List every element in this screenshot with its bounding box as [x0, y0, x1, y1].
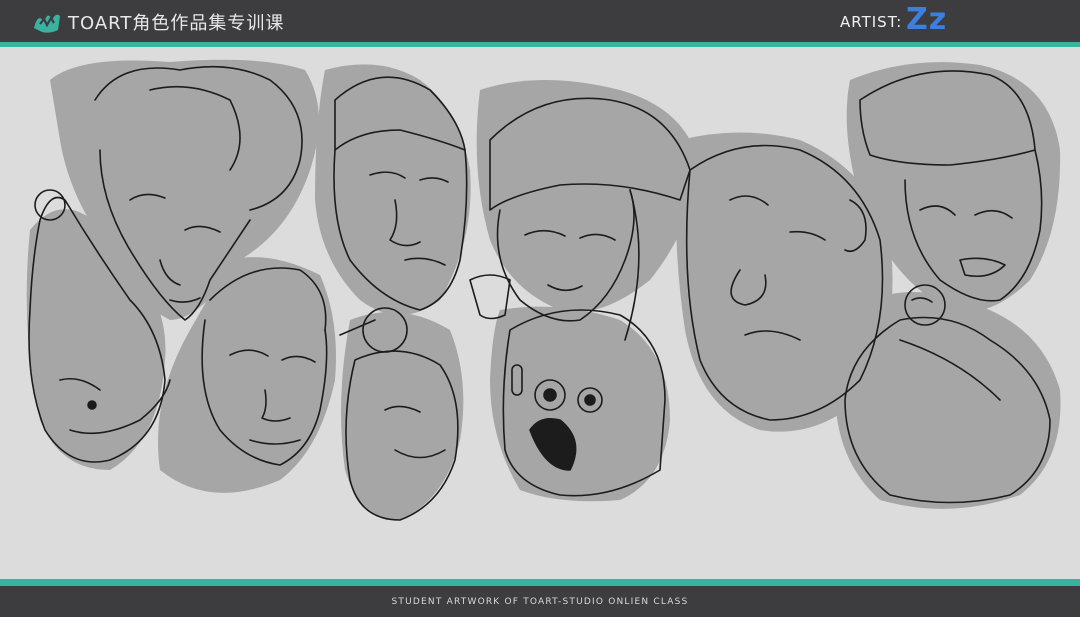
footer-caption: STUDENT ARTWORK OF TOART-STUDIO ONLIEN C…: [391, 597, 689, 607]
header-bar: TOART角色作品集专训课 ARTIST: Zz: [0, 0, 1080, 42]
artist-label: ARTIST:: [840, 13, 903, 31]
footer-accent-line: [0, 579, 1080, 586]
brand-title: TOART角色作品集专训课: [68, 13, 285, 34]
sketch-canvas: [0, 47, 1080, 579]
sketch-illustration: [26, 59, 1061, 521]
artwork-frame: TOART角色作品集专训课 ARTIST: Zz STUDENT ARTWORK…: [0, 0, 1080, 617]
artist-name: Zz: [906, 2, 948, 37]
toart-logo-icon: [34, 14, 60, 33]
